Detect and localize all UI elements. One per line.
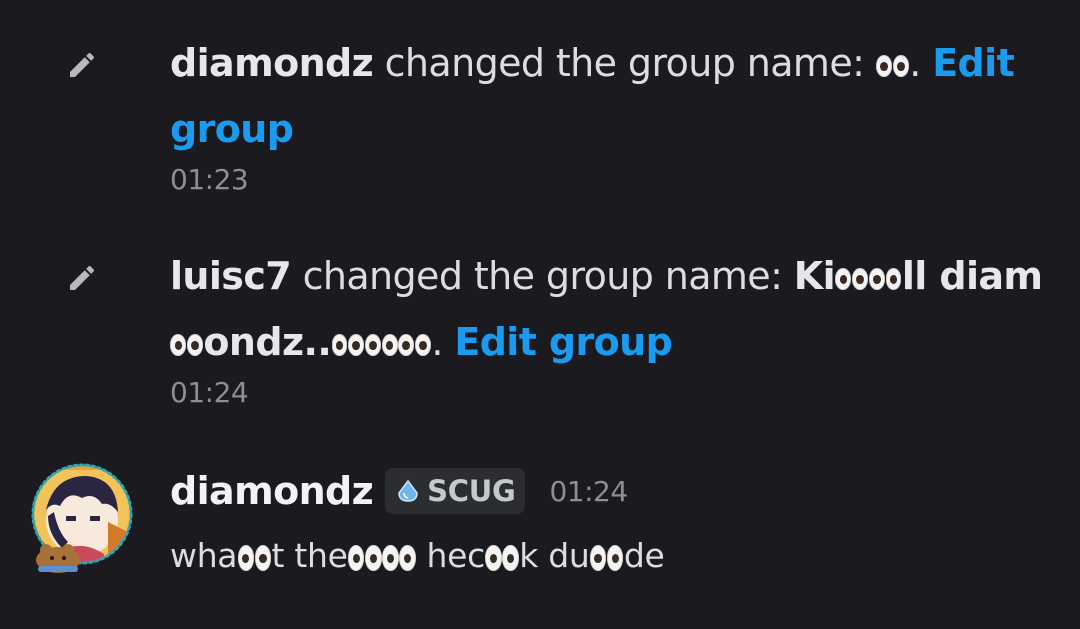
name-part: Ki xyxy=(793,254,836,298)
text-part: wha xyxy=(170,536,238,575)
edit-group-link[interactable]: Edit group xyxy=(454,320,672,364)
eyes-emoji xyxy=(485,545,502,571)
eyes-emoji xyxy=(502,545,519,571)
system-message-text: diamondz changed the group name: . Edit … xyxy=(170,30,1050,162)
pencil-icon xyxy=(64,47,100,83)
server-tag[interactable]: SCUG xyxy=(385,468,526,514)
eyes-emoji xyxy=(885,268,902,290)
pencil-icon xyxy=(64,260,100,296)
eyes-emoji xyxy=(381,334,398,356)
period: . xyxy=(431,320,455,364)
eyes-emoji xyxy=(331,334,348,356)
avatar[interactable] xyxy=(24,462,138,578)
name-part: diam xyxy=(939,254,1043,298)
username[interactable]: diamondz xyxy=(170,469,374,513)
eyes-emoji xyxy=(365,545,382,571)
text-part: k du xyxy=(519,536,590,575)
eyes-emoji xyxy=(868,268,885,290)
eyes-emoji xyxy=(876,55,893,77)
action-text: changed the group name: xyxy=(291,254,794,298)
eyes-emoji xyxy=(606,545,624,571)
eyes-emoji xyxy=(348,334,365,356)
text-part: hec xyxy=(416,536,485,575)
message-content: wha t the hec k du de xyxy=(170,526,665,586)
timestamp: 01:23 xyxy=(170,163,249,196)
action-text: changed the group name: xyxy=(373,41,876,85)
eyes-emoji xyxy=(254,545,272,571)
eyes-emoji xyxy=(364,334,381,356)
timestamp: 01:24 xyxy=(170,376,249,409)
droplet-icon xyxy=(398,479,418,502)
eyes-emoji xyxy=(399,545,416,571)
eyes-emoji xyxy=(589,545,607,571)
system-message-text: luisc7 changed the group name: Ki ll diam… xyxy=(170,243,1050,375)
text-part: t the xyxy=(271,536,348,575)
message-header: diamondz SCUG 01:24 xyxy=(170,468,628,514)
eyes-emoji xyxy=(187,334,204,356)
username[interactable]: diamondz xyxy=(170,41,374,85)
eyes-emoji xyxy=(347,545,365,571)
username[interactable]: luisc7 xyxy=(170,254,292,298)
eyes-emoji xyxy=(852,268,869,290)
eyes-emoji xyxy=(415,334,431,356)
eyes-emoji xyxy=(382,545,399,571)
tag-label: SCUG xyxy=(427,474,516,508)
name-part: ll xyxy=(901,254,927,298)
timestamp: 01:24 xyxy=(549,474,628,508)
eyes-emoji xyxy=(170,334,187,356)
text-part: de xyxy=(623,536,665,575)
eyes-emoji xyxy=(892,55,909,77)
eyes-emoji xyxy=(835,268,852,290)
period: . xyxy=(909,41,933,85)
eyes-emoji xyxy=(237,545,255,571)
eyes-emoji xyxy=(398,334,415,356)
name-part: ondz.. xyxy=(203,320,332,364)
